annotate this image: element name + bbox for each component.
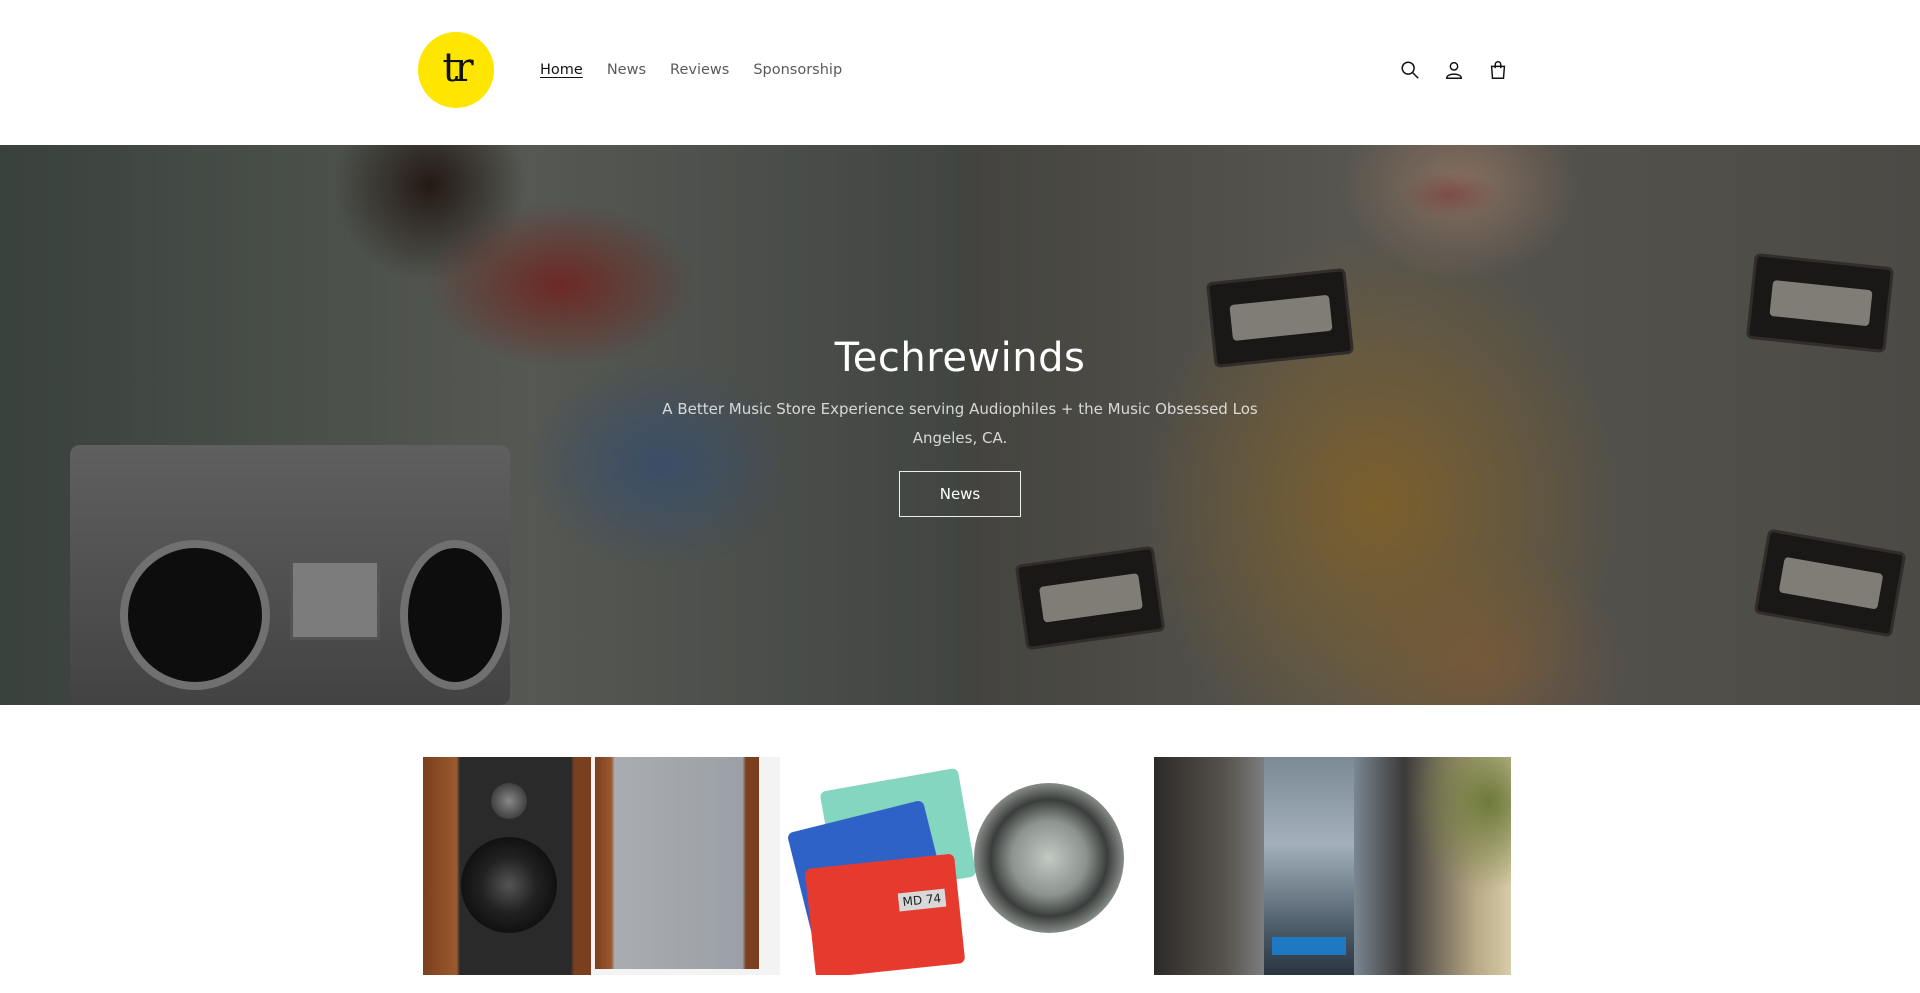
site-logo[interactable]: tr bbox=[418, 32, 494, 108]
nav-link-news[interactable]: News bbox=[607, 62, 646, 78]
search-button[interactable] bbox=[1396, 56, 1424, 84]
collection-card-hifi[interactable] bbox=[1153, 757, 1511, 975]
hero-banner: Techrewinds A Better Music Store Experie… bbox=[0, 145, 1920, 705]
nav-link-home[interactable]: Home bbox=[540, 62, 583, 78]
account-icon bbox=[1445, 61, 1463, 79]
logo-text: tr bbox=[442, 45, 473, 91]
account-button[interactable] bbox=[1440, 56, 1468, 84]
nav-link-reviews[interactable]: Reviews bbox=[670, 62, 729, 78]
cart-icon bbox=[1490, 61, 1506, 79]
nav-link-sponsorship[interactable]: Sponsorship bbox=[753, 62, 842, 78]
cart-button[interactable] bbox=[1484, 56, 1512, 84]
hero-subtitle: A Better Music Store Experience serving … bbox=[662, 400, 1258, 447]
collection-grid: MD 74 bbox=[423, 757, 1511, 975]
minidisc-label: MD 74 bbox=[898, 888, 947, 912]
hero-content: Techrewinds A Better Music Store Experie… bbox=[0, 145, 1920, 705]
hero-title: Techrewinds bbox=[834, 335, 1086, 381]
collection-card-speakers[interactable] bbox=[423, 757, 781, 975]
collection-card-minidisc[interactable]: MD 74 bbox=[788, 757, 1146, 975]
search-icon bbox=[1401, 61, 1419, 79]
header-icons bbox=[1396, 56, 1512, 84]
hero-news-button[interactable]: News bbox=[899, 471, 1021, 517]
main-nav: Home News Reviews Sponsorship bbox=[540, 62, 866, 78]
site-header: tr Home News Reviews Sponsorship bbox=[0, 0, 1920, 145]
